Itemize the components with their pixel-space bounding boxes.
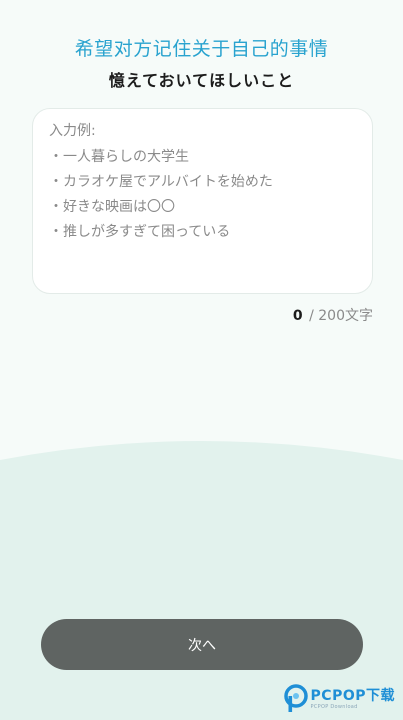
character-count-current: 0	[292, 308, 303, 324]
pcpop-logo-icon	[283, 684, 308, 712]
memo-placeholder-line: ・推しが多すぎて困っている	[49, 224, 231, 240]
page-title-jp: 憶えておいてほしいこと	[108, 71, 295, 90]
watermark-sub: PCPOP Download	[310, 703, 358, 710]
memo-placeholder-line: ・好きな映画は〇〇	[49, 199, 175, 215]
watermark: PCPOP下载 PCPOP Download	[283, 684, 395, 714]
page-title-cn: 希望对方记住关于自己的事情	[74, 38, 329, 60]
watermark-brand: PCPOP下载	[310, 687, 395, 704]
next-button[interactable]: 次へ	[41, 619, 363, 670]
memo-textarea[interactable]: 入力例: ・一人暮らしの大学生 ・カラオケ屋でアルバイトを始めた ・好きな映画は…	[32, 108, 373, 294]
memo-placeholder-label: 入力例:	[49, 123, 96, 139]
character-count-limit: / 200文字	[304, 308, 373, 324]
background-wave	[0, 441, 403, 720]
memo-placeholder-line: ・一人暮らしの大学生	[49, 149, 189, 165]
character-counter: 0 / 200文字	[293, 305, 373, 325]
memo-placeholder-line: ・カラオケ屋でアルバイトを始めた	[49, 174, 273, 190]
